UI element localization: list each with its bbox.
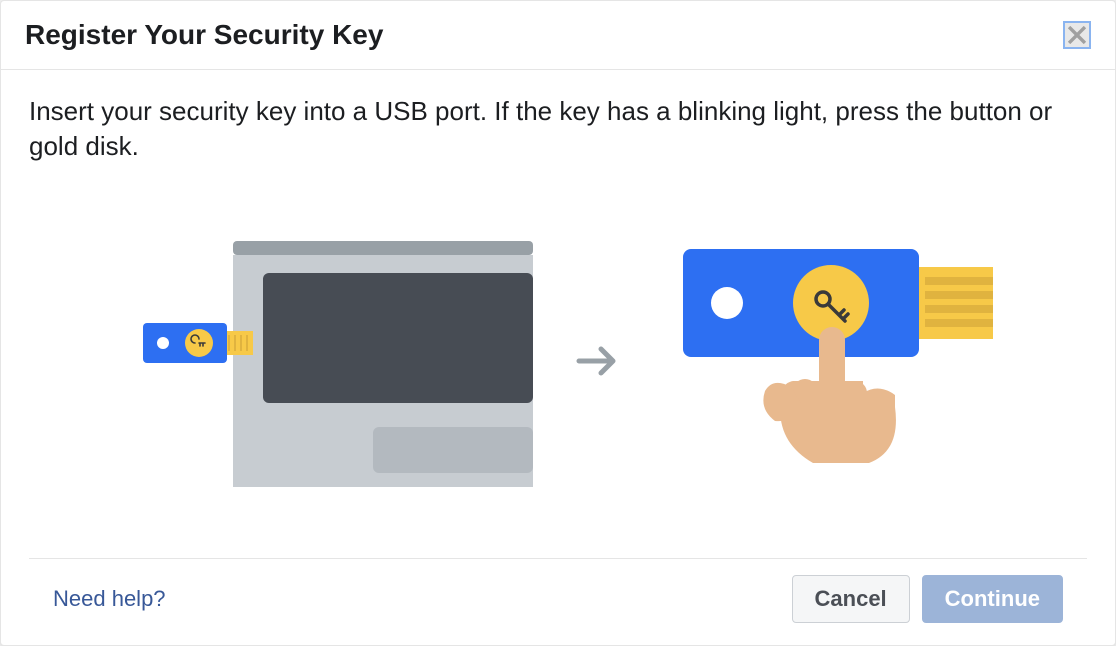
dialog-body: Insert your security key into a USB port… bbox=[1, 70, 1115, 558]
close-button[interactable] bbox=[1063, 21, 1091, 49]
dialog-footer: Need help? Cancel Continue bbox=[29, 558, 1087, 645]
footer-buttons: Cancel Continue bbox=[792, 575, 1063, 623]
dialog-title: Register Your Security Key bbox=[25, 19, 383, 51]
illustration-area bbox=[29, 204, 1087, 558]
instruction-text: Insert your security key into a USB port… bbox=[29, 94, 1087, 164]
cancel-button[interactable]: Cancel bbox=[792, 575, 910, 623]
register-security-key-dialog: Register Your Security Key Insert your s… bbox=[0, 0, 1116, 646]
continue-button[interactable]: Continue bbox=[922, 575, 1063, 623]
press-key-illustration bbox=[663, 231, 1023, 491]
insert-key-illustration bbox=[93, 231, 533, 491]
need-help-link[interactable]: Need help? bbox=[53, 586, 166, 612]
dialog-header: Register Your Security Key bbox=[1, 1, 1115, 70]
arrow-right-icon bbox=[573, 341, 623, 381]
close-icon bbox=[1068, 26, 1086, 44]
